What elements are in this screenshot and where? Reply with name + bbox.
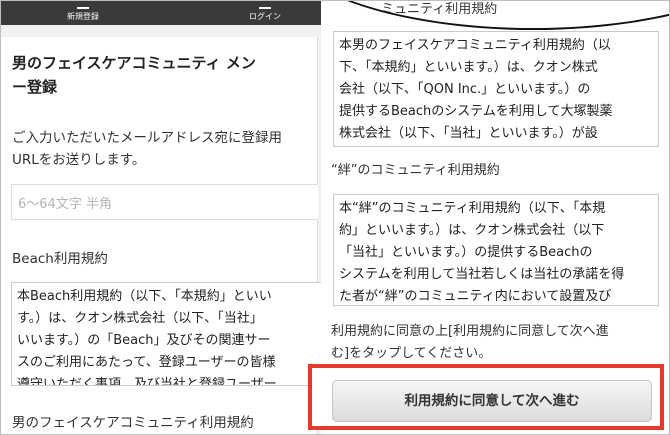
top-navigation-bar: 新規登録 ログイン bbox=[1, 1, 323, 25]
right-screen: ミュニティ利用規約 本男のフェイスケアコミュニティ利用規約（以 下、「本規約」と… bbox=[281, 1, 669, 434]
community-terms-textbox[interactable]: 本男のフェイスケアコミュニティ利用規約（以 下、「本規約」といいます。）は、クオ… bbox=[333, 31, 659, 147]
community-terms-heading: 男のフェイスケアコミュニティ利用規約 bbox=[12, 415, 254, 431]
password-input[interactable]: 6〜64文字 半角 bbox=[11, 184, 318, 220]
description-line2: URLをお送りします。 bbox=[12, 152, 146, 168]
consent-line1: 利用規約に同意の上[利用規約に同意して次へ進 bbox=[331, 324, 609, 339]
nav-register-label: 新規登録 bbox=[67, 12, 99, 21]
nav-login[interactable]: ログイン bbox=[225, 1, 305, 22]
kizuna-terms-textbox[interactable]: 本“絆”のコミュニティ利用規約（以下、「本規 約」といいます。）は、クオン株式会… bbox=[333, 194, 659, 306]
community-terms-heading-partial: ミュニティ利用規約 bbox=[381, 2, 498, 17]
beach-terms-textbox[interactable]: 本Beach利用規約（以下、「本規約」といい す。）は、クオン株式会社（以下、「… bbox=[11, 282, 323, 386]
screenshot-frame: 新規登録 ログイン 男のフェイスケアコミュニティ メン ー登録 ご入力いただいた… bbox=[0, 0, 670, 435]
beach-terms-text: 本Beach利用規約（以下、「本規約」といい す。）は、クオン株式会社（以下、「… bbox=[17, 289, 277, 386]
user-plus-icon bbox=[77, 2, 89, 9]
page-title-line2: ー登録 bbox=[12, 78, 58, 96]
kizuna-terms-text: 本“絆”のコミュニティ利用規約（以下、「本規 約」といいます。）は、クオン株式会… bbox=[339, 201, 625, 304]
registration-description: ご入力いただいたメールアドレス宛に登録用 URLをお送りします。 bbox=[12, 127, 317, 171]
highlight-box: 利用規約に同意して次へ進む bbox=[308, 364, 664, 430]
page-title-line1: 男のフェイスケアコミュニティ メン bbox=[12, 54, 256, 72]
left-screen: 新規登録 ログイン 男のフェイスケアコミュニティ メン ー登録 ご入力いただいた… bbox=[1, 1, 323, 434]
login-icon bbox=[259, 2, 271, 9]
consent-line2: む]をタップしてください。 bbox=[331, 346, 492, 361]
kizuna-terms-heading: “絆”のコミュニティ利用規約 bbox=[331, 163, 500, 178]
agree-and-continue-button[interactable]: 利用規約に同意して次へ進む bbox=[332, 380, 652, 422]
nav-register[interactable]: 新規登録 bbox=[43, 1, 123, 22]
beach-terms-heading: Beach利用規約 bbox=[12, 251, 108, 267]
password-placeholder: 6〜64文字 半角 bbox=[18, 197, 112, 212]
consent-instruction: 利用規約に同意の上[利用規約に同意して次へ進 む]をタップしてください。 bbox=[331, 321, 656, 365]
description-line1: ご入力いただいたメールアドレス宛に登録用 bbox=[12, 130, 282, 146]
nav-login-label: ログイン bbox=[249, 12, 281, 21]
page-title: 男のフェイスケアコミュニティ メン ー登録 bbox=[12, 51, 322, 99]
community-terms-text: 本男のフェイスケアコミュニティ利用規約（以 下、「本規約」といいます。）は、クオ… bbox=[339, 38, 613, 141]
